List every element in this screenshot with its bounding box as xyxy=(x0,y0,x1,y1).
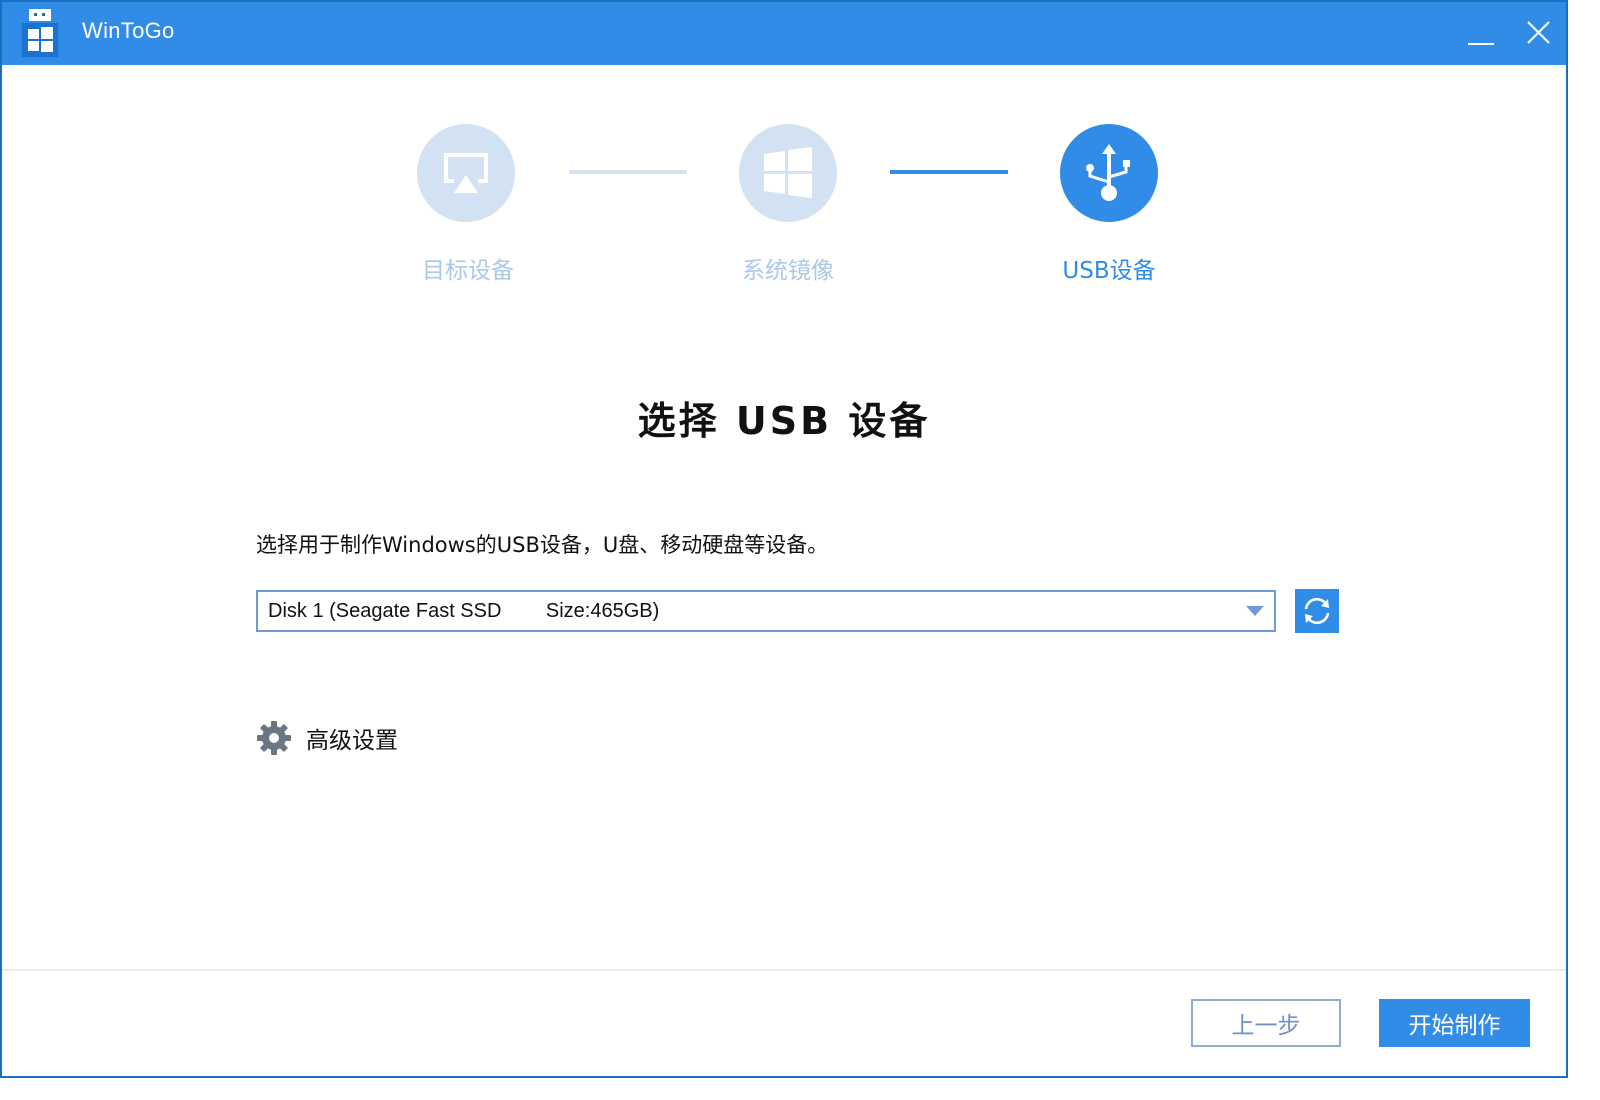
wizard-stepper: 目标设备 系统镜像 USB设备 xyxy=(2,2,1566,302)
footer-divider xyxy=(2,969,1566,971)
start-creation-button[interactable]: 开始制作 xyxy=(1379,999,1530,1047)
step-connector-1 xyxy=(569,170,687,174)
gear-icon xyxy=(257,721,291,755)
step-3-label: USB设备 xyxy=(1062,258,1156,284)
step-2-circle xyxy=(739,124,837,222)
refresh-icon xyxy=(1304,597,1330,625)
step-connector-2 xyxy=(890,170,1008,174)
refresh-devices-button[interactable] xyxy=(1295,589,1339,633)
display-cast-icon xyxy=(444,153,488,193)
step-3-circle xyxy=(1060,124,1158,222)
selected-device-value: Disk 1 (Seagate Fast SSD Size:465GB) xyxy=(268,600,660,622)
step-2-label: 系统镜像 xyxy=(742,258,834,284)
dropdown-arrow-icon[interactable] xyxy=(1246,605,1264,617)
usb-icon xyxy=(1086,144,1130,201)
back-button[interactable]: 上一步 xyxy=(1191,999,1341,1047)
instruction-text: 选择用于制作Windows的USB设备，U盘、移动硬盘等设备。 xyxy=(256,533,829,557)
usb-device-select[interactable]: Disk 1 (Seagate Fast SSD Size:465GB) xyxy=(256,590,1276,632)
windows-logo-icon xyxy=(764,147,812,198)
advanced-settings-link[interactable]: 高级设置 xyxy=(256,718,398,758)
step-1-label: 目标设备 xyxy=(422,258,514,284)
advanced-settings-label: 高级设置 xyxy=(306,728,398,754)
page-heading: 选择 USB 设备 xyxy=(637,399,931,443)
wintogo-window: WinToGo 目标设备 系统镜像 USB设备 选择 USB 设备 选择用于制作… xyxy=(0,0,1568,1078)
step-1-circle xyxy=(417,124,515,222)
